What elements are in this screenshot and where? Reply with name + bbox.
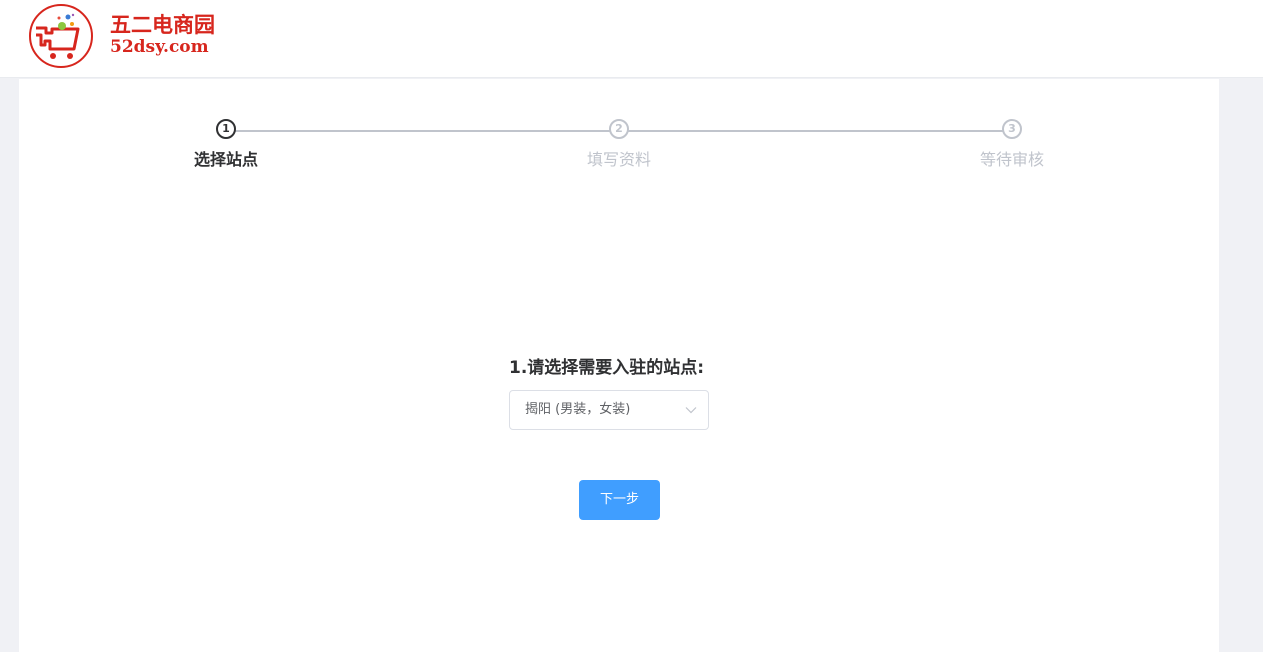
- step-number-2: 2: [609, 119, 629, 139]
- main-card: 1 选择站点 2 填写资料 3 等待审核 1.请选择需要入驻的站点: 揭阳 (男…: [19, 79, 1219, 652]
- site-select-dropdown[interactable]: 揭阳 (男装，女装): [509, 390, 709, 430]
- step-title-1: 选择站点: [193, 150, 258, 169]
- step-title-3: 等待审核: [979, 150, 1044, 169]
- step-number-1: 1: [216, 119, 236, 139]
- chevron-down-icon: [685, 407, 697, 414]
- progress-steps: 1 选择站点 2 填写资料 3 等待审核: [19, 79, 1219, 199]
- logo-domain: 52dsy.com: [110, 37, 209, 57]
- next-step-button[interactable]: 下一步: [579, 480, 660, 520]
- top-header: 五二电商园 52dsy.com: [0, 0, 1263, 78]
- step-select-site: 1 选择站点: [166, 119, 286, 169]
- site-select-value: 揭阳 (男装，女装): [525, 402, 631, 417]
- site-logo[interactable]: 五二电商园 52dsy.com: [28, 3, 228, 69]
- step-title-2: 填写资料: [586, 150, 651, 169]
- step-fill-info: 2 填写资料: [559, 119, 679, 169]
- step-number-3: 3: [1002, 119, 1022, 139]
- step-await-review: 3 等待审核: [952, 119, 1072, 169]
- site-select-label: 1.请选择需要入驻的站点:: [509, 358, 705, 378]
- shopping-cart-logo-icon: [29, 4, 93, 68]
- logo-chinese-name: 五二电商园: [110, 13, 215, 37]
